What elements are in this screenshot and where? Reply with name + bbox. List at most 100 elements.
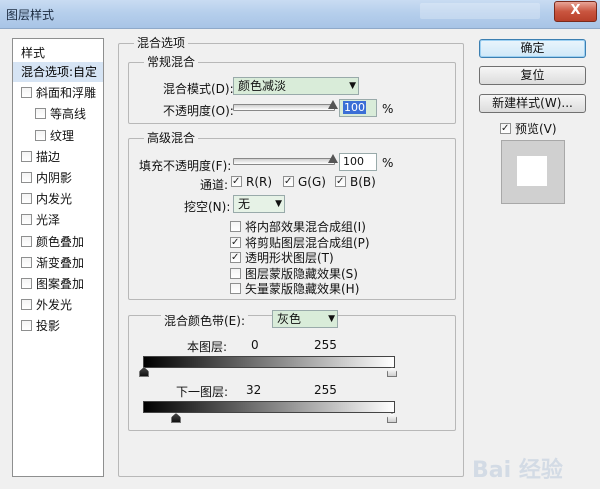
underlying-layer-min: 32 [246, 383, 262, 397]
blend-if-group [128, 315, 456, 431]
title-bar-ghost [420, 3, 540, 19]
fill-opacity-slider-thumb[interactable] [328, 154, 338, 163]
close-button[interactable]: X [554, 1, 597, 22]
opacity-input[interactable]: 100 [339, 99, 377, 117]
advanced-option[interactable]: 矢量蒙版隐藏效果(H) [230, 280, 359, 297]
advanced-option[interactable]: 图层蒙版隐藏效果(S) [230, 265, 358, 282]
knockout-select[interactable]: 无 ▼ [233, 195, 285, 213]
channel-checkbox[interactable] [231, 176, 242, 187]
advanced-option[interactable]: 将内部效果混合成组(I) [230, 218, 366, 235]
styles-list-item[interactable]: 内发光 [13, 189, 103, 209]
new-style-button[interactable]: 新建样式(W)... [479, 94, 586, 113]
blend-if-label: 混合颜色带(E): [161, 312, 248, 329]
advanced-option-checkbox[interactable] [230, 236, 241, 248]
opacity-slider-thumb[interactable] [328, 100, 338, 109]
style-checkbox[interactable] [21, 150, 32, 162]
styles-list-item[interactable]: 光泽 [13, 210, 103, 230]
styles-list-item[interactable]: 渐变叠加 [13, 253, 103, 273]
channel-toggle[interactable]: G(G) [283, 175, 326, 189]
style-checkbox[interactable] [21, 256, 32, 268]
advanced-option-label: 将内部效果混合成组(I) [245, 220, 366, 234]
title-bar: 图层样式 X [0, 0, 600, 29]
styles-list-item[interactable]: 混合选项:自定 [13, 62, 103, 82]
style-checkbox[interactable] [21, 193, 32, 205]
styles-list-item[interactable]: 颜色叠加 [13, 232, 103, 252]
styles-list-item[interactable]: 投影 [13, 316, 103, 336]
preview-swatch [501, 140, 565, 204]
opacity-label: 不透明度(O): [163, 104, 234, 118]
style-checkbox[interactable] [21, 320, 32, 332]
underlying-layer-gradient [143, 401, 395, 413]
style-checkbox[interactable] [21, 299, 32, 311]
knockout-label: 挖空(N): [184, 200, 231, 214]
channel-toggle[interactable]: B(B) [335, 175, 376, 189]
styles-list-item[interactable]: 外发光 [13, 295, 103, 315]
channel-checkbox[interactable] [283, 176, 294, 187]
style-checkbox[interactable] [21, 214, 32, 226]
styles-list-item-label: 颜色叠加 [36, 234, 85, 249]
styles-list-item-label: 光泽 [36, 213, 61, 228]
styles-list-item[interactable]: 等高线 [13, 104, 103, 124]
styles-list-item-label: 外发光 [36, 298, 73, 313]
knockout-value: 无 [238, 197, 251, 211]
blend-mode-select[interactable]: 颜色减淡 ▼ [233, 77, 359, 95]
fill-opacity-unit: % [382, 156, 394, 170]
advanced-option-label: 图层蒙版隐藏效果(S) [245, 266, 358, 281]
advanced-option-checkbox[interactable] [230, 221, 241, 232]
this-layer-gradient [143, 356, 395, 368]
advanced-option-label: 透明形状图层(T) [245, 251, 334, 265]
styles-list-item[interactable]: 斜面和浮雕 [13, 83, 103, 103]
opacity-value: 100 [343, 101, 366, 114]
style-checkbox[interactable] [21, 172, 32, 183]
window-title: 图层样式 [6, 8, 55, 22]
this-layer-min: 0 [251, 338, 259, 352]
styles-list-item-label: 内阴影 [36, 171, 73, 185]
blend-if-select[interactable]: 灰色 ▼ [272, 310, 338, 328]
channel-toggle[interactable]: R(R) [231, 175, 272, 189]
advanced-option-checkbox[interactable] [230, 283, 241, 294]
styles-list-item[interactable]: 纹理 [13, 126, 103, 146]
underlying-layer-label: 下一图层: [176, 385, 229, 399]
channel-label: B(B) [350, 175, 376, 189]
this-layer-label: 本图层: [187, 340, 228, 354]
reset-button[interactable]: 复位 [479, 66, 586, 85]
preview-label: 预览(V) [515, 122, 557, 136]
styles-list-item-label: 渐变叠加 [36, 255, 85, 270]
chevron-down-icon: ▼ [349, 81, 356, 91]
chevron-down-icon: ▼ [328, 314, 335, 324]
styles-list-item[interactable]: 描边 [13, 147, 103, 167]
channels-label: 通道: [200, 178, 229, 192]
styles-list-item-label: 描边 [36, 149, 61, 164]
fill-opacity-label: 填充不透明度(F): [139, 159, 232, 173]
styles-list-item-label: 斜面和浮雕 [36, 86, 97, 101]
advanced-option-checkbox[interactable] [230, 267, 241, 279]
fill-opacity-input[interactable]: 100 [339, 153, 377, 171]
ok-button[interactable]: 确定 [479, 39, 586, 58]
channel-checkbox[interactable] [335, 176, 346, 187]
styles-list-item-label: 内发光 [36, 192, 73, 207]
advanced-option-checkbox[interactable] [230, 252, 241, 263]
styles-list-item-label: 图案叠加 [36, 277, 85, 291]
style-checkbox[interactable] [35, 108, 46, 120]
this-layer-max: 255 [314, 338, 337, 352]
opacity-slider[interactable] [233, 104, 335, 111]
styles-list-item-label: 投影 [36, 319, 61, 334]
advanced-option[interactable]: 将剪贴图层混合成组(P) [230, 234, 370, 251]
blend-mode-value: 颜色减淡 [238, 79, 287, 93]
fill-opacity-slider[interactable] [233, 158, 335, 165]
watermark: Bai 经验 [472, 458, 563, 483]
style-checkbox[interactable] [21, 235, 32, 247]
advanced-blending-title: 高级混合 [144, 129, 199, 146]
styles-list-item-label: 纹理 [50, 128, 75, 143]
style-checkbox[interactable] [21, 87, 32, 99]
advanced-option[interactable]: 透明形状图层(T) [230, 249, 334, 266]
preview-toggle[interactable]: 预览(V) [500, 120, 557, 137]
blend-mode-label: 混合模式(D): [163, 82, 234, 96]
style-checkbox[interactable] [35, 129, 46, 141]
style-checkbox[interactable] [21, 278, 32, 289]
opacity-unit: % [382, 102, 394, 116]
styles-list-item[interactable]: 图案叠加 [13, 274, 103, 294]
styles-list-item[interactable]: 内阴影 [13, 168, 103, 188]
chevron-down-icon: ▼ [275, 199, 282, 209]
preview-checkbox[interactable] [500, 123, 511, 134]
